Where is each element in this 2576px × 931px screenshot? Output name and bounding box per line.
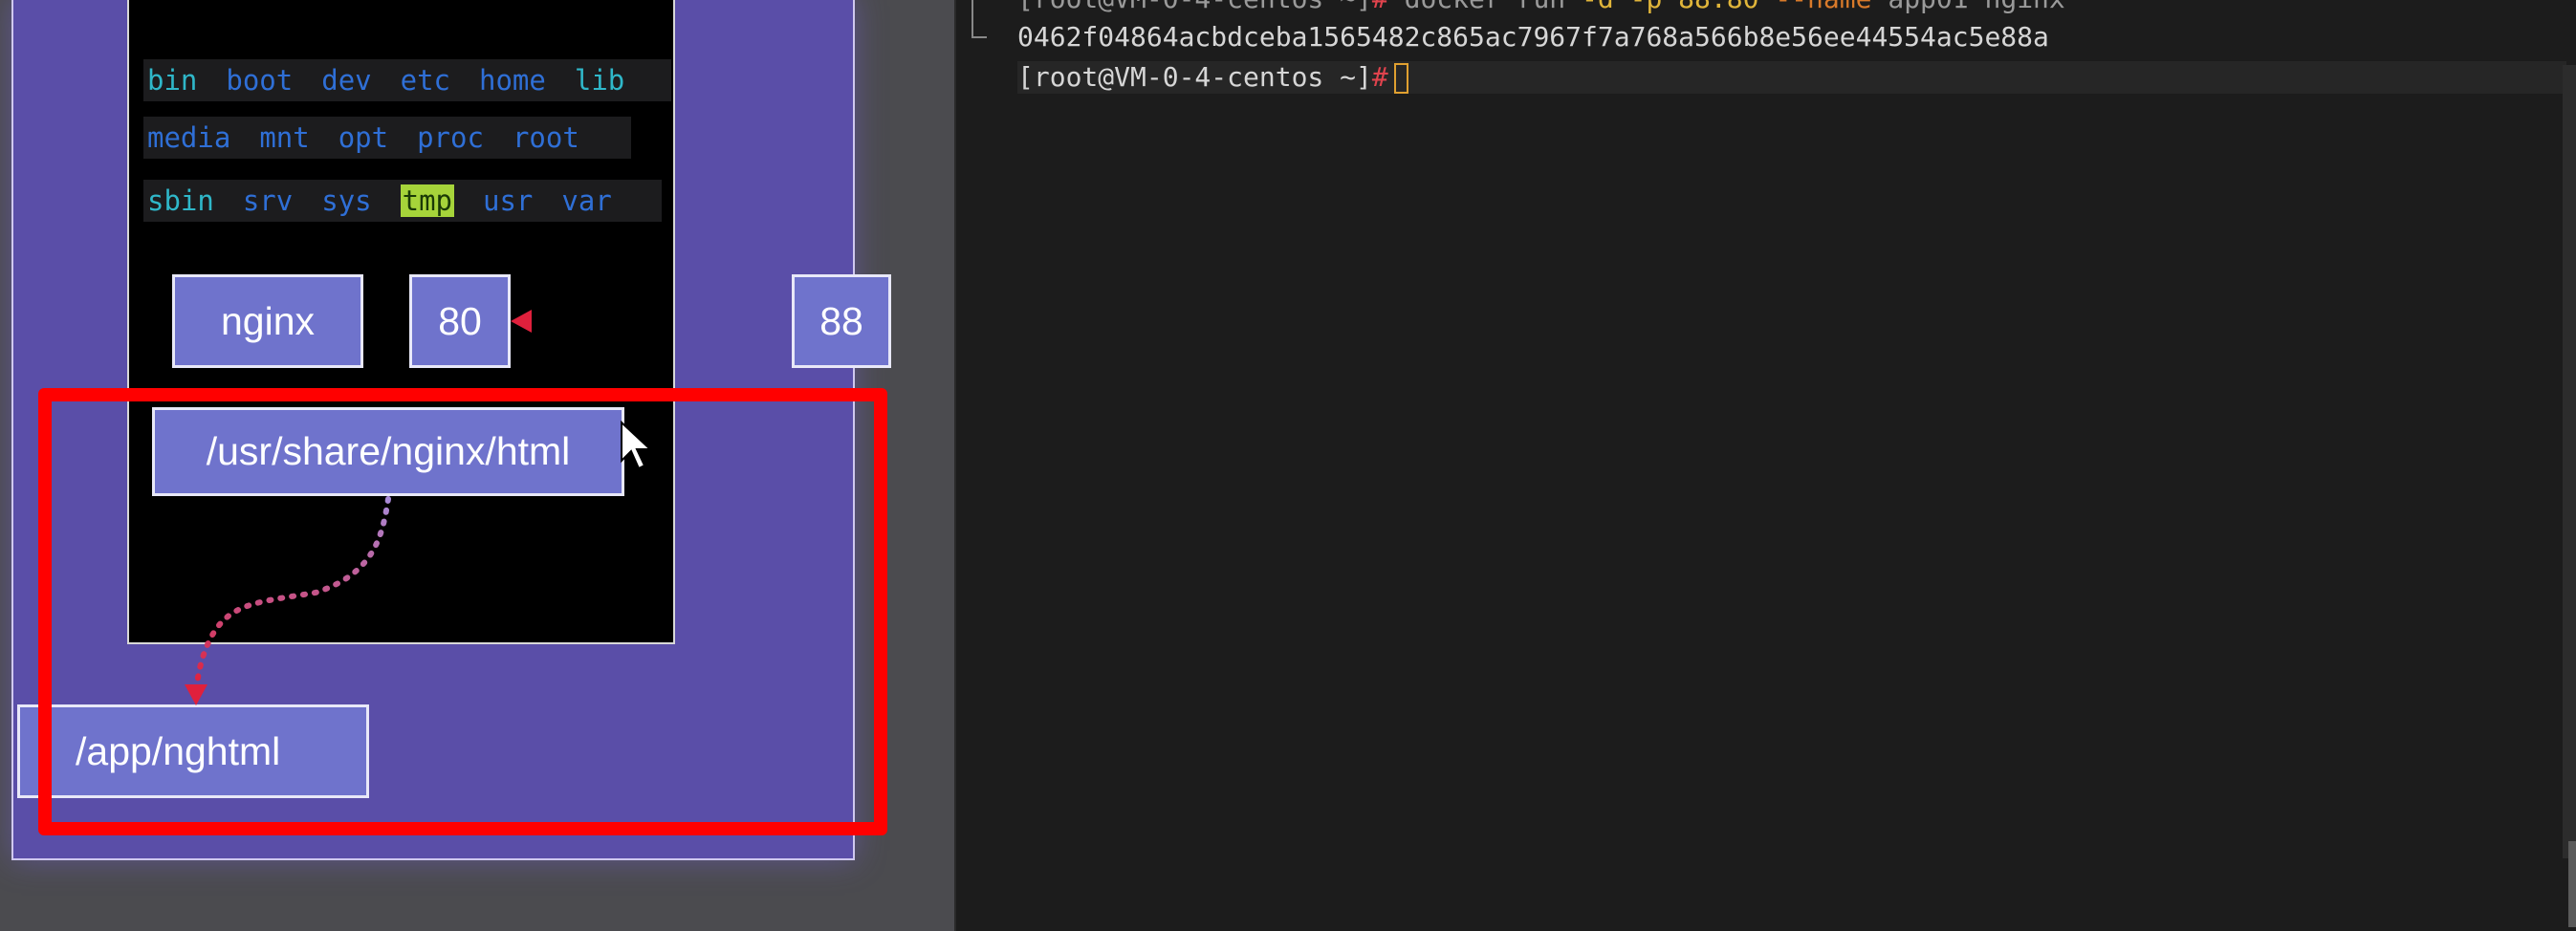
dir-tmp: tmp — [400, 184, 455, 217]
prompt-hash: # — [1372, 0, 1388, 14]
dir-home: home — [479, 64, 546, 97]
text-cursor — [1393, 63, 1408, 94]
dir-usr: usr — [483, 184, 534, 217]
directory-row: media mnt opt proc root — [143, 117, 631, 159]
dir-media: media — [147, 121, 231, 154]
command-block-marker — [971, 0, 987, 38]
command-text: docker run — [1388, 0, 1582, 14]
highlight-annotation — [38, 388, 887, 835]
terminal-window[interactable]: [root@VM-0-4-centos ~]# docker run -d -p… — [954, 0, 2576, 931]
prompt-text: [root@VM-0-4-centos ~] — [1017, 0, 1372, 14]
command-name-flag: --name — [1775, 0, 1871, 14]
dir-var: var — [561, 184, 612, 217]
dir-boot: boot — [226, 64, 294, 97]
diagram-slide: bin boot dev etc home lib media mnt opt … — [0, 0, 954, 931]
terminal-scrollbar[interactable] — [2563, 65, 2576, 858]
prompt-hash: # — [1371, 61, 1388, 93]
dir-srv: srv — [242, 184, 294, 217]
container-id-output: 0462f04864acbdceba1565482c865ac7967f7a76… — [1017, 21, 2049, 53]
command-flags: -d -p 88:80 — [1582, 0, 1775, 14]
container-port-label: 80 — [409, 274, 511, 368]
dir-bin: bin — [147, 64, 198, 97]
host-port-label: 88 — [792, 274, 891, 368]
prompt-text: [root@VM-0-4-centos ~] — [1017, 61, 1372, 93]
terminal-command-line: [root@VM-0-4-centos ~]# docker run -d -p… — [1017, 0, 2065, 14]
dir-etc: etc — [400, 64, 451, 97]
directory-row: bin boot dev etc home lib — [143, 59, 671, 101]
mouse-pointer-icon — [621, 421, 653, 470]
dir-sbin: sbin — [147, 184, 214, 217]
dir-proc: proc — [417, 121, 484, 154]
command-args: app01 nginx — [1871, 0, 2064, 14]
dir-root: root — [512, 121, 579, 154]
nginx-container-label: nginx — [172, 274, 363, 368]
dir-sys: sys — [321, 184, 372, 217]
dir-lib: lib — [574, 64, 625, 97]
dir-opt: opt — [338, 121, 389, 154]
directory-row: sbin srv sys tmp usr var — [143, 180, 662, 222]
dir-mnt: mnt — [259, 121, 310, 154]
terminal-scrollbar-thumb[interactable] — [2568, 841, 2576, 927]
terminal-input-line[interactable]: [root@VM-0-4-centos ~]# — [1017, 61, 2566, 94]
dir-dev: dev — [321, 64, 372, 97]
